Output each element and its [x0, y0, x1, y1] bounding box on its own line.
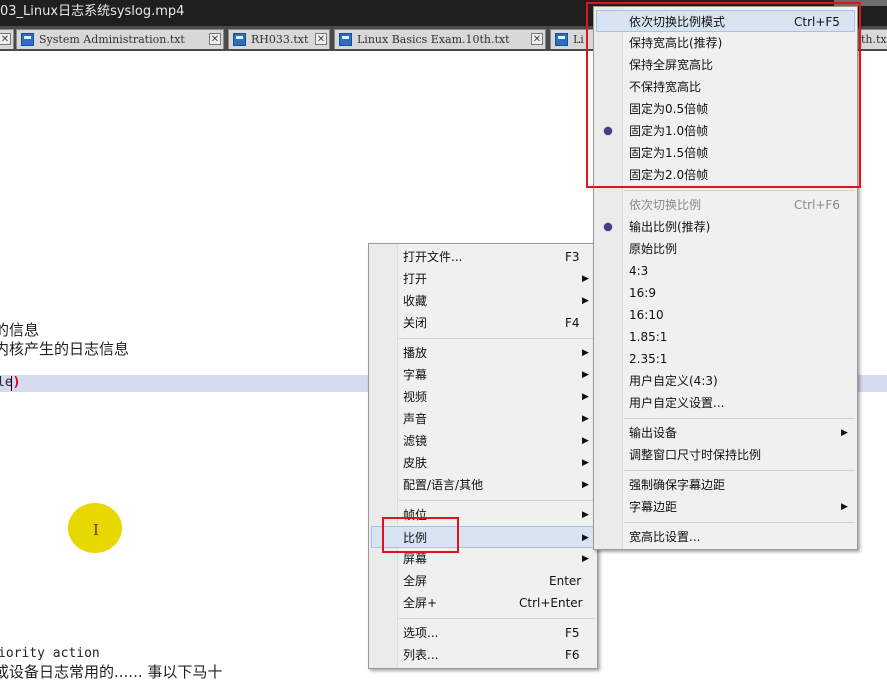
menu-separator: [399, 618, 595, 619]
menu-item-open[interactable]: 打开 ▶: [371, 268, 595, 290]
radio-selected-icon: [604, 223, 612, 231]
submenu-arrow-icon: ▶: [582, 458, 589, 468]
document-icon: [339, 33, 352, 46]
editor-line: 的信息: [0, 321, 40, 339]
menu-item-audio[interactable]: 声音 ▶: [371, 408, 595, 430]
submenu-arrow-icon: ▶: [841, 502, 848, 512]
menu-item-ratio-16-9[interactable]: 16:9: [596, 282, 855, 304]
menu-separator: [399, 500, 595, 501]
submenu-arrow-icon: ▶: [582, 533, 589, 543]
submenu-arrow-icon: ▶: [582, 480, 589, 490]
submenu-arrow-icon: ▶: [582, 510, 589, 520]
menu-item-fullscreen[interactable]: 全屏 Enter: [371, 570, 595, 592]
menu-item-options[interactable]: 选项... F5: [371, 622, 595, 644]
editor-line: 或设备日志常用的...... 事以下马十: [0, 663, 223, 681]
submenu-arrow-icon: ▶: [841, 428, 848, 438]
menu-item-output-device[interactable]: 输出设备 ▶: [596, 422, 855, 444]
menu-item-close[interactable]: 关闭 F4: [371, 312, 595, 334]
menu-item-skins[interactable]: 皮肤 ▶: [371, 452, 595, 474]
document-icon: [233, 33, 246, 46]
tab-rh033[interactable]: RH033.txt ✕: [228, 29, 330, 49]
close-icon[interactable]: ✕: [531, 33, 543, 45]
submenu-arrow-icon: ▶: [582, 348, 589, 358]
tab-linux-basics-exam[interactable]: Linux Basics Exam.10th.txt ✕: [334, 29, 546, 49]
menu-item-fullscreen-plus[interactable]: 全屏+ Ctrl+Enter: [371, 592, 595, 614]
menu-item-ratio-2-35[interactable]: 2.35:1: [596, 348, 855, 370]
tab-close-partial[interactable]: ✕: [0, 29, 14, 49]
menu-separator: [399, 338, 595, 339]
menu-item-subtitles[interactable]: 字幕 ▶: [371, 364, 595, 386]
menu-item-subtitle-margin[interactable]: 字幕边距 ▶: [596, 496, 855, 518]
menu-item-video[interactable]: 视频 ▶: [371, 386, 595, 408]
menu-item-ratio-16-10[interactable]: 16:10: [596, 304, 855, 326]
editor-line: iority action: [0, 646, 100, 661]
menu-item-keep-ratio-on-resize[interactable]: 调整窗口尺寸时保持比例: [596, 444, 855, 466]
submenu-arrow-icon: ▶: [582, 436, 589, 446]
submenu-arrow-icon: ▶: [582, 392, 589, 402]
menu-item-ratio-4-3[interactable]: 4:3: [596, 260, 855, 282]
editor-line: 内核产生的日志信息: [0, 340, 130, 358]
menu-item-original-ratio[interactable]: 原始比例: [596, 238, 855, 260]
menu-item-custom-ratio[interactable]: 用户自定义(4:3): [596, 370, 855, 392]
submenu-arrow-icon: ▶: [582, 370, 589, 380]
close-icon[interactable]: ✕: [0, 33, 11, 45]
menu-item-aspect-settings[interactable]: 宽高比设置...: [596, 526, 855, 548]
submenu-arrow-icon: ▶: [582, 414, 589, 424]
menu-item-config-language[interactable]: 配置/语言/其他 ▶: [371, 474, 595, 496]
annotation-box-aspect: [382, 517, 459, 553]
menu-item-play[interactable]: 播放 ▶: [371, 342, 595, 364]
submenu-arrow-icon: ▶: [582, 274, 589, 284]
text-cursor: [11, 376, 12, 391]
close-icon[interactable]: ✕: [209, 33, 221, 45]
menu-separator: [624, 470, 855, 471]
menu-item-force-subtitle-margin[interactable]: 强制确保字幕边距: [596, 474, 855, 496]
menu-item-filters[interactable]: 滤镜 ▶: [371, 430, 595, 452]
menu-item-output-ratio[interactable]: 输出比例(推荐): [596, 216, 855, 238]
annotation-box-ratio-modes: [586, 2, 861, 188]
window-title: 03_Linux日志系统syslog.mp4: [0, 4, 185, 19]
menu-separator: [624, 418, 855, 419]
context-menu: 打开文件... F3 打开 ▶ 收藏 ▶ 关闭 F4 播放 ▶ 字幕 ▶ 视频 …: [368, 243, 598, 669]
close-icon[interactable]: ✕: [315, 33, 327, 45]
tab-system-administration[interactable]: System Administration.txt ✕: [16, 29, 224, 49]
menu-separator: [624, 190, 855, 191]
document-icon: [555, 33, 568, 46]
menu-item-ratio-1-85[interactable]: 1.85:1: [596, 326, 855, 348]
submenu-arrow-icon: ▶: [582, 296, 589, 306]
menu-separator: [624, 522, 855, 523]
tab-partial-right[interactable]: th.txt: [858, 29, 887, 49]
menu-item-custom-ratio-settings[interactable]: 用户自定义设置...: [596, 392, 855, 414]
menu-item-playlist[interactable]: 列表... F6: [371, 644, 595, 666]
submenu-arrow-icon: ▶: [582, 554, 589, 564]
ibeam-cursor-icon: I: [93, 521, 99, 539]
document-icon: [21, 33, 34, 46]
menu-item-open-file[interactable]: 打开文件... F3: [371, 246, 595, 268]
menu-item-cycle-ratio: 依次切换比例 Ctrl+F6: [629, 198, 840, 212]
menu-item-favorites[interactable]: 收藏 ▶: [371, 290, 595, 312]
